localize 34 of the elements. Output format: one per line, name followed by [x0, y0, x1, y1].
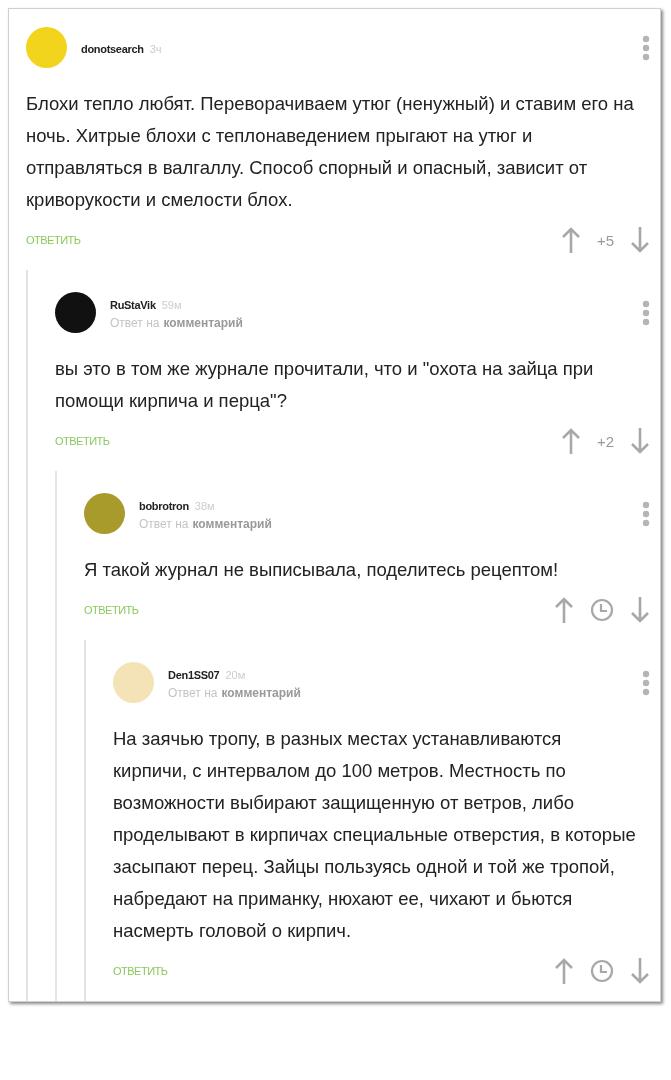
reply-to-label: Ответ на [110, 316, 160, 330]
more-options-icon[interactable] [642, 500, 650, 527]
reply-to-label: Ответ на [139, 517, 189, 531]
reply-to-label: Ответ на [168, 686, 218, 700]
comment-text: вы это в том же журнале прочитали, что и "охота на зайца при помощи кирпича и перца"? [55, 357, 595, 413]
comment-text: Блохи тепло любят. Переворачиваем утюг (ненужный) и ставим его на ночь. Хитрые блохи с теплонаведением прыгают на утюг и отправляться в валгаллу. Способ спорный и опасный, зависит от криворукости и смелости блох. [26, 92, 635, 212]
more-options-icon[interactable] [642, 299, 650, 326]
more-options-icon[interactable] [642, 34, 650, 61]
reply-link[interactable]: ОТВЕТИТЬ [113, 965, 168, 977]
downvote-icon[interactable] [630, 427, 650, 455]
author-name[interactable]: donotsearch [81, 42, 144, 55]
comment-link[interactable]: комментарий [163, 316, 243, 330]
reply-link[interactable]: ОТВЕТИТЬ [84, 604, 139, 616]
comment-link[interactable]: комментарий [221, 686, 301, 700]
comment-text: На заячью тропу, в разных местах устанавливаются кирпичи, с интервалом до 100 метров. Местность по возможности выбирают защищенную от ветров, либо проделывают в кирпичах специальные отверстия, в которые засыпают перец. Зайцы пользуясь одной и той же тропой, набредают на приманку, нюхают ее, чихают и бьются насмерть головой о кирпич. [113, 727, 637, 943]
author-name[interactable]: Den1SS07 [168, 669, 220, 681]
more-options-icon[interactable] [642, 669, 650, 696]
reply-link[interactable]: ОТВЕТИТЬ [55, 435, 110, 447]
upvote-icon[interactable] [560, 226, 581, 254]
author-name[interactable]: RuStaVik [110, 299, 156, 311]
clock-icon [590, 598, 614, 622]
rating-score: +2 [596, 432, 614, 450]
downvote-icon[interactable] [630, 226, 650, 254]
downvote-icon[interactable] [630, 957, 650, 985]
downvote-icon[interactable] [630, 596, 650, 624]
comment-link[interactable]: комментарий [192, 517, 272, 531]
comment-text: Я такой журнал не выписывала, поделитесь рецептом! [84, 558, 560, 582]
upvote-icon[interactable] [554, 957, 574, 985]
upvote-icon[interactable] [560, 427, 581, 455]
author-name[interactable]: bobrotron [139, 500, 189, 512]
upvote-icon[interactable] [554, 596, 574, 624]
reply-link[interactable]: ОТВЕТИТЬ [26, 234, 81, 246]
rating-score: +5 [596, 231, 614, 249]
clock-icon [590, 959, 614, 983]
